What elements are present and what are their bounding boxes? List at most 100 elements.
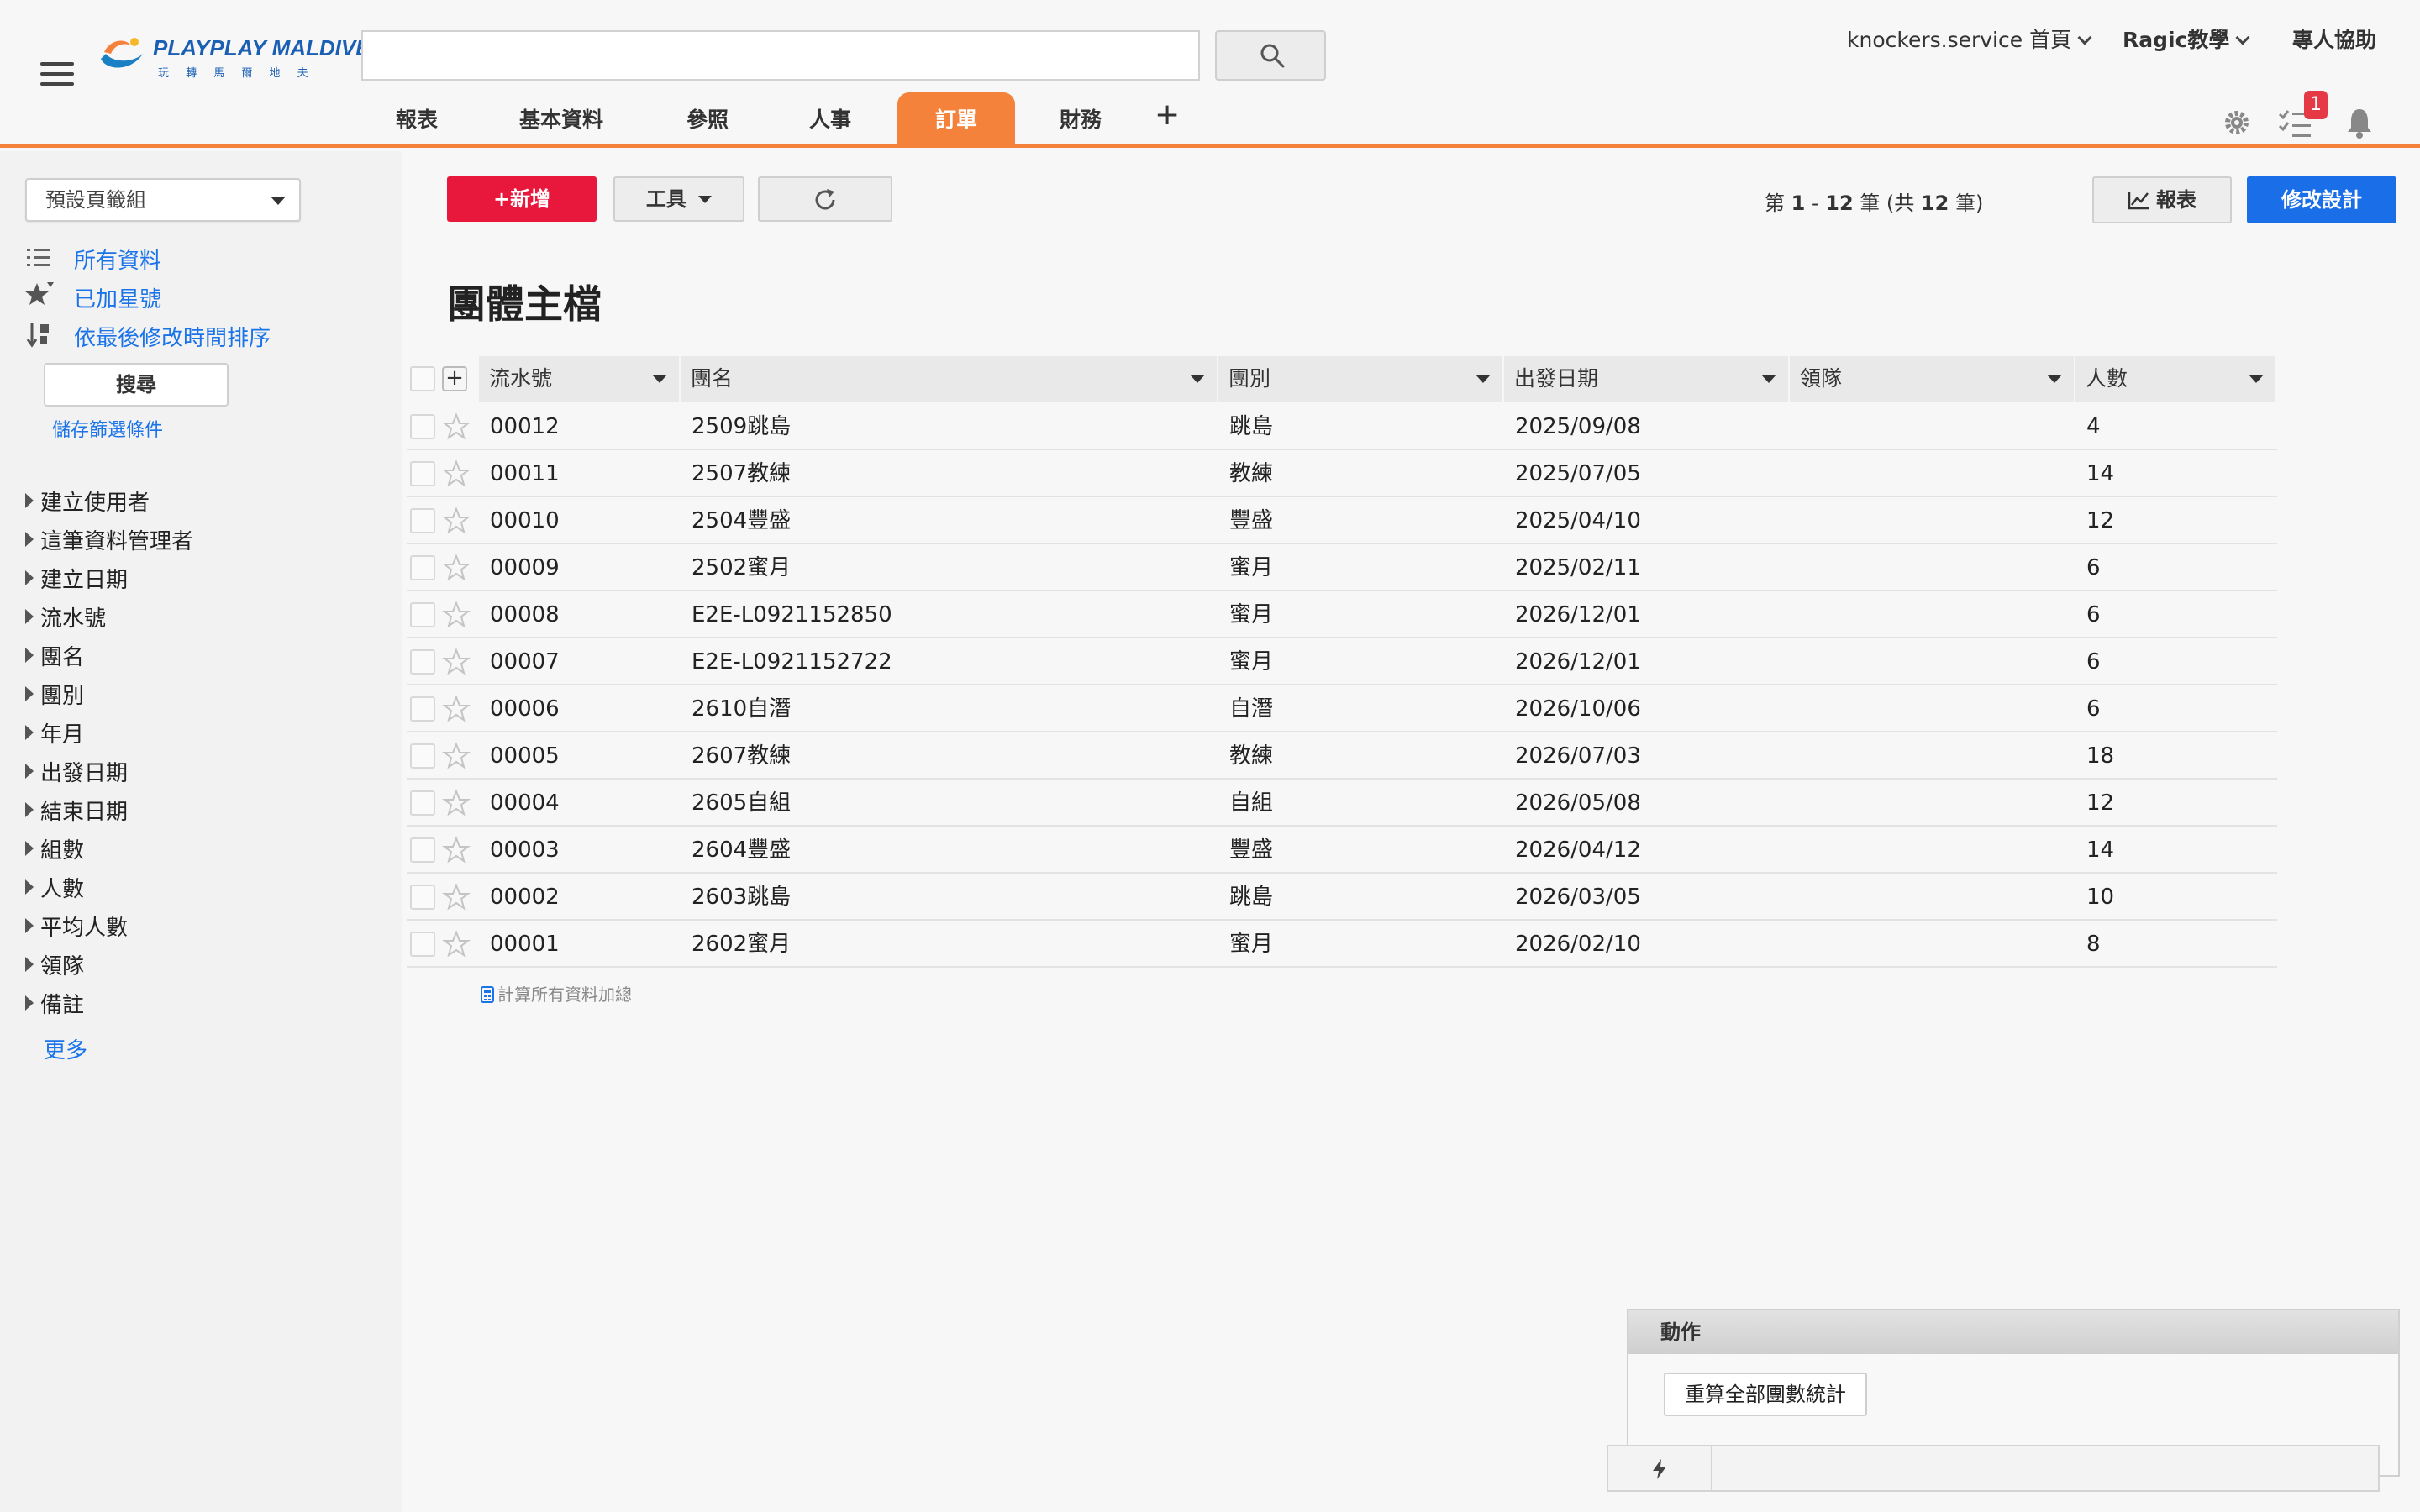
table-row[interactable]: 00012 2509跳島 跳島 2025/09/08 4 [407,403,2277,450]
column-header-serial[interactable]: 流水號 [479,356,681,402]
cell-group-type[interactable]: 蜜月 [1229,638,1273,685]
more-filters-link[interactable]: 更多 [44,1033,87,1064]
cell-serial[interactable]: 00011 [490,450,560,497]
cell-group-type[interactable]: 自潛 [1229,685,1273,732]
sum-all-records-link[interactable]: 計算所有資料加總 [481,981,632,1005]
filter-headcount[interactable]: 人數 [25,872,84,903]
cell-group-type[interactable]: 教練 [1229,450,1273,497]
cell-headcount[interactable]: 6 [2086,685,2101,732]
cell-departure-date[interactable]: 2026/12/01 [1515,638,1641,685]
add-column-button[interactable]: + [442,366,467,391]
cell-serial[interactable]: 00009 [490,544,560,591]
cell-headcount[interactable]: 14 [2086,450,2114,497]
star-toggle-icon[interactable] [442,836,471,864]
star-toggle-icon[interactable] [442,507,471,535]
row-checkbox[interactable] [410,508,435,533]
cell-departure-date[interactable]: 2026/12/01 [1515,591,1641,638]
tab-hr[interactable]: 人事 [792,92,869,148]
tab-finance[interactable]: 財務 [1042,92,1119,148]
column-header-departure-date[interactable]: 出發日期 [1504,356,1790,402]
cell-group-name[interactable]: 2603跳島 [692,874,791,921]
cell-serial[interactable]: 00001 [490,921,560,968]
sort-caret-icon[interactable] [1190,375,1205,383]
row-checkbox[interactable] [410,837,435,863]
global-search-input[interactable] [361,30,1200,81]
cell-group-name[interactable]: E2E-L0921152850 [692,591,892,638]
cell-group-type[interactable]: 自組 [1229,780,1273,827]
hamburger-menu-icon[interactable] [40,62,74,86]
cell-departure-date[interactable]: 2026/07/03 [1515,732,1641,780]
cell-serial[interactable]: 00007 [490,638,560,685]
filter-serial-no[interactable]: 流水號 [25,601,106,633]
table-row[interactable]: 00002 2603跳島 跳島 2026/03/05 10 [407,874,2277,921]
cell-serial[interactable]: 00005 [490,732,560,780]
cell-group-type[interactable]: 豐盛 [1229,827,1273,874]
filter-search-button[interactable]: 搜尋 [44,363,229,407]
cell-departure-date[interactable]: 2026/02/10 [1515,921,1641,968]
table-row[interactable]: 00011 2507教練 教練 2025/07/05 14 [407,450,2277,497]
cell-group-name[interactable]: 2507教練 [692,450,791,497]
row-checkbox[interactable] [410,696,435,722]
filter-record-owner[interactable]: 這筆資料管理者 [25,524,193,555]
table-row[interactable]: 00004 2605自組 自組 2026/05/08 12 [407,780,2277,827]
filter-departure-date[interactable]: 出發日期 [25,756,128,787]
cell-group-type[interactable]: 蜜月 [1229,921,1273,968]
add-tab-button[interactable]: + [1155,97,1180,132]
cell-departure-date[interactable]: 2026/10/06 [1515,685,1641,732]
cell-headcount[interactable]: 12 [2086,497,2114,544]
cell-headcount[interactable]: 6 [2086,544,2101,591]
cell-headcount[interactable]: 6 [2086,591,2101,638]
row-checkbox[interactable] [410,649,435,675]
cell-group-name[interactable]: 2610自潛 [692,685,791,732]
cell-group-type[interactable]: 豐盛 [1229,497,1273,544]
filter-leader[interactable]: 領隊 [25,949,84,980]
row-checkbox[interactable] [410,602,435,627]
cell-headcount[interactable]: 18 [2086,732,2114,780]
cell-group-name[interactable]: 2605自組 [692,780,791,827]
cell-serial[interactable]: 00008 [490,591,560,638]
row-checkbox[interactable] [410,790,435,816]
save-filter-link[interactable]: 儲存篩選條件 [52,415,163,442]
sort-caret-icon[interactable] [2047,375,2062,383]
cell-headcount[interactable]: 8 [2086,921,2101,968]
recalculate-stats-button[interactable]: 重算全部團數統計 [1664,1373,1867,1416]
star-toggle-icon[interactable] [442,883,471,911]
star-toggle-icon[interactable] [442,930,471,958]
cell-departure-date[interactable]: 2025/09/08 [1515,403,1641,450]
cell-group-name[interactable]: E2E-L0921152722 [692,638,892,685]
cell-departure-date[interactable]: 2026/05/08 [1515,780,1641,827]
column-header-group-name[interactable]: 團名 [681,356,1218,402]
cell-serial[interactable]: 00003 [490,827,560,874]
star-toggle-icon[interactable] [442,459,471,488]
column-header-leader[interactable]: 領隊 [1790,356,2075,402]
sidebar-link-all-records[interactable]: 所有資料 [74,244,161,275]
cell-departure-date[interactable]: 2026/04/12 [1515,827,1641,874]
cell-group-type[interactable]: 教練 [1229,732,1273,780]
table-row[interactable]: 00005 2607教練 教練 2026/07/03 18 [407,732,2277,780]
filter-avg-headcount[interactable]: 平均人數 [25,911,128,942]
star-toggle-icon[interactable] [442,789,471,817]
sort-caret-icon[interactable] [1476,375,1491,383]
support-link[interactable]: 專人協助 [2292,24,2376,54]
cell-departure-date[interactable]: 2025/02/11 [1515,544,1641,591]
ragic-tutorial-menu[interactable]: Ragic教學 [2123,24,2250,54]
filter-notes[interactable]: 備註 [25,988,84,1019]
search-button[interactable] [1215,30,1326,81]
cell-group-type[interactable]: 跳島 [1229,874,1273,921]
cell-group-type[interactable]: 蜜月 [1229,591,1273,638]
filter-group-type[interactable]: 團別 [25,679,84,710]
tab-group-select[interactable]: 預設頁籤組 [25,178,301,222]
table-row[interactable]: 00001 2602蜜月 蜜月 2026/02/10 8 [407,921,2277,968]
row-checkbox[interactable] [410,885,435,910]
cell-headcount[interactable]: 6 [2086,638,2101,685]
tools-dropdown-button[interactable]: 工具 [613,176,744,222]
filter-year-month[interactable]: 年月 [25,717,84,748]
cell-group-type[interactable]: 蜜月 [1229,544,1273,591]
report-button[interactable]: 報表 [2092,176,2232,223]
filter-created-date[interactable]: 建立日期 [25,563,128,594]
sort-caret-icon[interactable] [652,375,667,383]
cell-serial[interactable]: 00002 [490,874,560,921]
column-header-headcount[interactable]: 人數 [2075,356,2277,402]
table-row[interactable]: 00006 2610自潛 自潛 2026/10/06 6 [407,685,2277,732]
star-toggle-icon[interactable] [442,554,471,582]
